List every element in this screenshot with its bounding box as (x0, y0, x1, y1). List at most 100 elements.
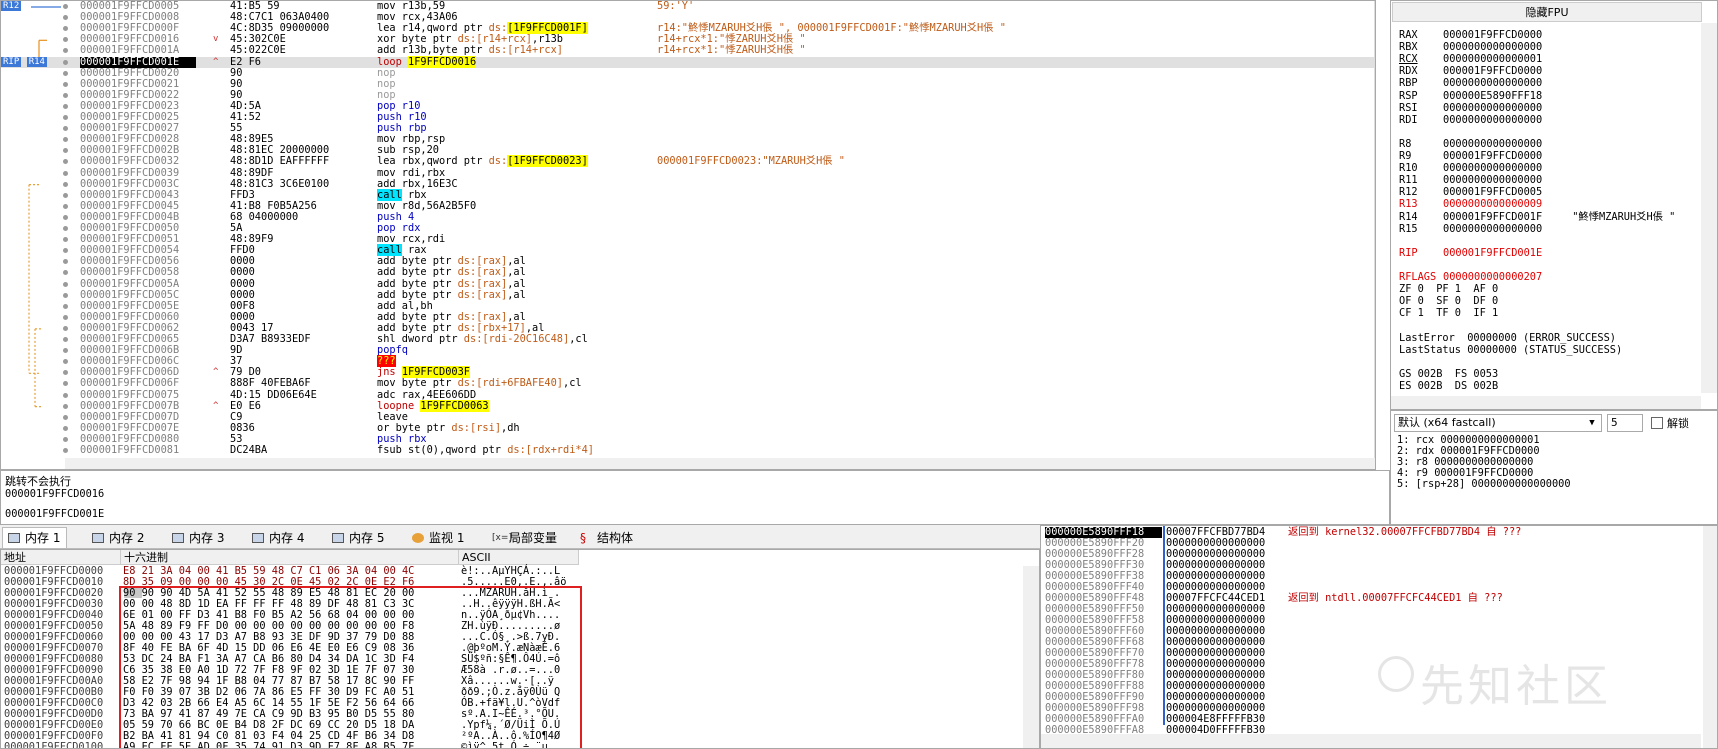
chevron-down-icon[interactable]: ▼ (1583, 414, 1601, 432)
disasm-row[interactable]: 000001F9FFCD0058 0000 add byte ptr ds:[rax… (1, 267, 1375, 278)
breakpoint-dot[interactable] (63, 348, 68, 354)
breakpoint-dot[interactable] (63, 26, 68, 32)
tab-2[interactable]: 内存 2 (86, 527, 151, 548)
register-value[interactable]: 0000000000000000 (1443, 77, 1542, 89)
tab-5[interactable]: 内存 5 (326, 527, 391, 548)
breakpoint-dot[interactable] (63, 337, 68, 342)
breakpoint-dot[interactable] (63, 15, 68, 21)
register-value[interactable]: 000001F9FFCD0000 (1443, 65, 1542, 77)
breakpoint-dot[interactable] (63, 237, 68, 243)
disasm-row[interactable]: 000001F9FFCD0065 D3A7 B8933EDF shl dword p… (1, 334, 1375, 345)
register-row[interactable]: RSP 000000E5890FFF18 (1399, 90, 1542, 102)
disassembly-vertical-scrollbar[interactable] (1374, 1, 1375, 469)
register-value[interactable]: 0000000000000000 (1443, 102, 1542, 114)
breakpoint-dot[interactable] (63, 303, 68, 309)
disasm-row[interactable]: 000001F9FFCD006C 37??? (1, 355, 1375, 368)
disasm-row[interactable]: 000001F9FFCD0022 90 nop (1, 89, 1375, 101)
disasm-row[interactable]: 000001F9FFCD006B 9D popfq (1, 345, 1375, 356)
disasm-row[interactable]: 000001F9FFCD005C 0000 add byte ptr ds:[rax… (1, 289, 1375, 301)
unlock-checkbox[interactable] (1651, 417, 1663, 429)
breakpoint-dot[interactable] (63, 59, 68, 65)
register-row[interactable]: LastStatus 00000000 (STATUS_SUCCESS) (1399, 344, 1622, 356)
breakpoint-dot[interactable] (63, 103, 68, 109)
disasm-row[interactable]: 000001F9FFCD0028 48:89E5 mov rbp,rsp (1, 134, 1375, 145)
registers-vertical-scrollbar[interactable] (1701, 23, 1717, 393)
register-value[interactable]: 000001F9FFCD001F (1443, 211, 1542, 223)
register-row[interactable]: RFLAGS 0000000000000207 (1399, 271, 1542, 283)
register-row[interactable]: RDI 0000000000000000 (1399, 114, 1542, 126)
disasm-row[interactable]: 000001F9FFCD0060 0000 add byte ptr ds:[rax… (1, 311, 1375, 323)
breakpoint-dot[interactable] (63, 226, 68, 231)
register-row[interactable]: RIP 000001F9FFCD001E (1399, 247, 1542, 259)
disasm-row[interactable]: 000001F9FFCD0080 53 push rbx (1, 433, 1375, 445)
register-row[interactable]: R13 0000000000000009 (1399, 198, 1542, 210)
register-value[interactable]: 0000000000000000 (1443, 174, 1542, 186)
registers-horizontal-scrollbar[interactable] (1391, 396, 1701, 409)
disasm-row[interactable]: R12 000001F9FFCD0005 41:B5 59 mov r13b,59 59… (1, 1, 1375, 12)
dump-vertical-scrollbar[interactable] (1023, 566, 1039, 748)
registers-panel[interactable]: 隐藏FPU RAX 000001F9FFCD0000 RBX 000000000000… (1390, 0, 1718, 410)
disasm-row[interactable]: 000001F9FFCD003C 48:81C3 3C6E0100 add rbx,… (1, 178, 1375, 190)
tab-7[interactable]: [x=] 局部变量 (486, 527, 564, 548)
register-value[interactable]: 000001F9FFCD0000 (1443, 150, 1542, 162)
disasm-row[interactable]: 000001F9FFCD0032 48:8D1D EAFFFFFF lea rbx,… (1, 155, 1375, 168)
register-row[interactable]: OF 0 SF 0 DF 0 (1399, 295, 1498, 307)
disasm-row[interactable]: 000001F9FFCD0020 90 nop (1, 67, 1375, 79)
breakpoint-dot[interactable] (63, 436, 68, 442)
breakpoint-dot[interactable] (63, 4, 68, 9)
disasm-row[interactable]: 000001F9FFCD006D ^ 79 D0 jns 1F9FFCD003F (1, 366, 1375, 379)
register-value[interactable]: 0000000000000000 (1443, 223, 1542, 235)
breakpoint-dot[interactable] (63, 81, 68, 87)
calling-convention-select[interactable]: 默认 (x64 fastcall) (1394, 414, 1602, 432)
argument-row[interactable]: 5: [rsp+28] 0000000000000000 (1397, 479, 1571, 490)
dump-header-hex[interactable]: 十六进制 (121, 550, 459, 565)
register-row[interactable]: R14 000001F9FFCD001F "鮗悸MZARUH爻H倀 " (1399, 211, 1675, 223)
disasm-row[interactable]: 000001F9FFCD004B 68 04000000 push 4 (1, 211, 1375, 223)
disasm-row[interactable]: 000001F9FFCD005A 0000 add byte ptr ds:[rax… (1, 278, 1375, 290)
breakpoint-dot[interactable] (63, 403, 68, 409)
hide-fpu-button[interactable]: 隐藏FPU (1392, 2, 1702, 22)
disasm-row[interactable]: 000001F9FFCD0054 FFD0 call rax (1, 244, 1375, 257)
disasm-row[interactable]: 000001F9FFCD006F 888F 40FEBA6F mov byte pt… (1, 378, 1375, 389)
breakpoint-dot[interactable] (63, 170, 68, 176)
breakpoint-dot[interactable] (63, 48, 68, 54)
disasm-row[interactable]: 000001F9FFCD0027 55 push rbp (1, 123, 1375, 134)
disassembly-view[interactable]: R12 000001F9FFCD0005 41:B5 59 mov r13b,59 59… (0, 0, 1376, 470)
disasm-row[interactable]: 000001F9FFCD007E 0836 or byte ptr ds:[rsi]… (1, 422, 1375, 434)
register-row[interactable]: R12 000001F9FFCD0005 (1399, 186, 1542, 198)
register-row[interactable]: ZF 0 PF 1 AF 0 (1399, 283, 1498, 295)
breakpoint-dot[interactable] (63, 203, 68, 209)
tab-1[interactable]: 内存 1 (2, 527, 68, 548)
stack-view[interactable]: 000000E5890FFF18 00007FFCFBD77BD4 返回到 kern… (1040, 525, 1718, 749)
register-value[interactable]: 0000000000000207 (1443, 271, 1542, 283)
tab-6[interactable]: 监视 1 (406, 527, 471, 548)
disasm-row[interactable]: 000001F9FFCD0023 4D:5A pop r10 (1, 100, 1375, 112)
register-row[interactable]: RCX 0000000000000001 (1399, 53, 1542, 65)
disasm-row[interactable]: 000001F9FFCD0045 41:B8 F0B5A256 mov r8d,56… (1, 200, 1375, 212)
breakpoint-dot[interactable] (63, 281, 68, 287)
register-row[interactable]: RDX 000001F9FFCD0000 (1399, 65, 1542, 77)
breakpoint-dot[interactable] (63, 192, 68, 198)
argument-count-spinner[interactable]: 5 (1607, 414, 1643, 432)
breakpoint-dot[interactable] (63, 92, 68, 98)
breakpoint-dot[interactable] (63, 448, 68, 453)
disasm-row[interactable]: 000001F9FFCD005E 00F8 add al,bh (1, 300, 1375, 312)
register-value[interactable]: 000001F9FFCD0000 (1443, 29, 1542, 41)
register-row[interactable]: CF 1 TF 0 IF 1 (1399, 307, 1498, 319)
register-value[interactable]: 0000000000000000 (1443, 41, 1542, 53)
register-row[interactable]: RSI 0000000000000000 (1399, 102, 1542, 114)
breakpoint-dot[interactable] (63, 181, 68, 187)
disasm-row[interactable]: 000001F9FFCD0051 48:89F9 mov rcx,rdi (1, 234, 1375, 245)
breakpoint-dot[interactable] (63, 259, 68, 265)
breakpoint-dot[interactable] (63, 314, 68, 320)
breakpoint-dot[interactable] (63, 292, 68, 298)
disasm-row[interactable]: 000001F9FFCD0025 41:52 push r10 (1, 112, 1375, 123)
disasm-row[interactable]: 000001F9FFCD007B ^ E0 E6 loopne 1F9FFCD0063 (1, 399, 1375, 412)
register-row[interactable]: R9 000001F9FFCD0000 (1399, 150, 1542, 162)
register-value[interactable]: 000001F9FFCD001E (1443, 247, 1542, 259)
register-row[interactable]: GS 002B FS 0053 (1399, 368, 1498, 380)
breakpoint-dot[interactable] (63, 248, 68, 254)
disasm-row[interactable]: 000001F9FFCD0050 5A pop rdx (1, 223, 1375, 234)
dump-header-address[interactable]: 地址 (1, 550, 121, 565)
breakpoint-dot[interactable] (63, 115, 68, 120)
